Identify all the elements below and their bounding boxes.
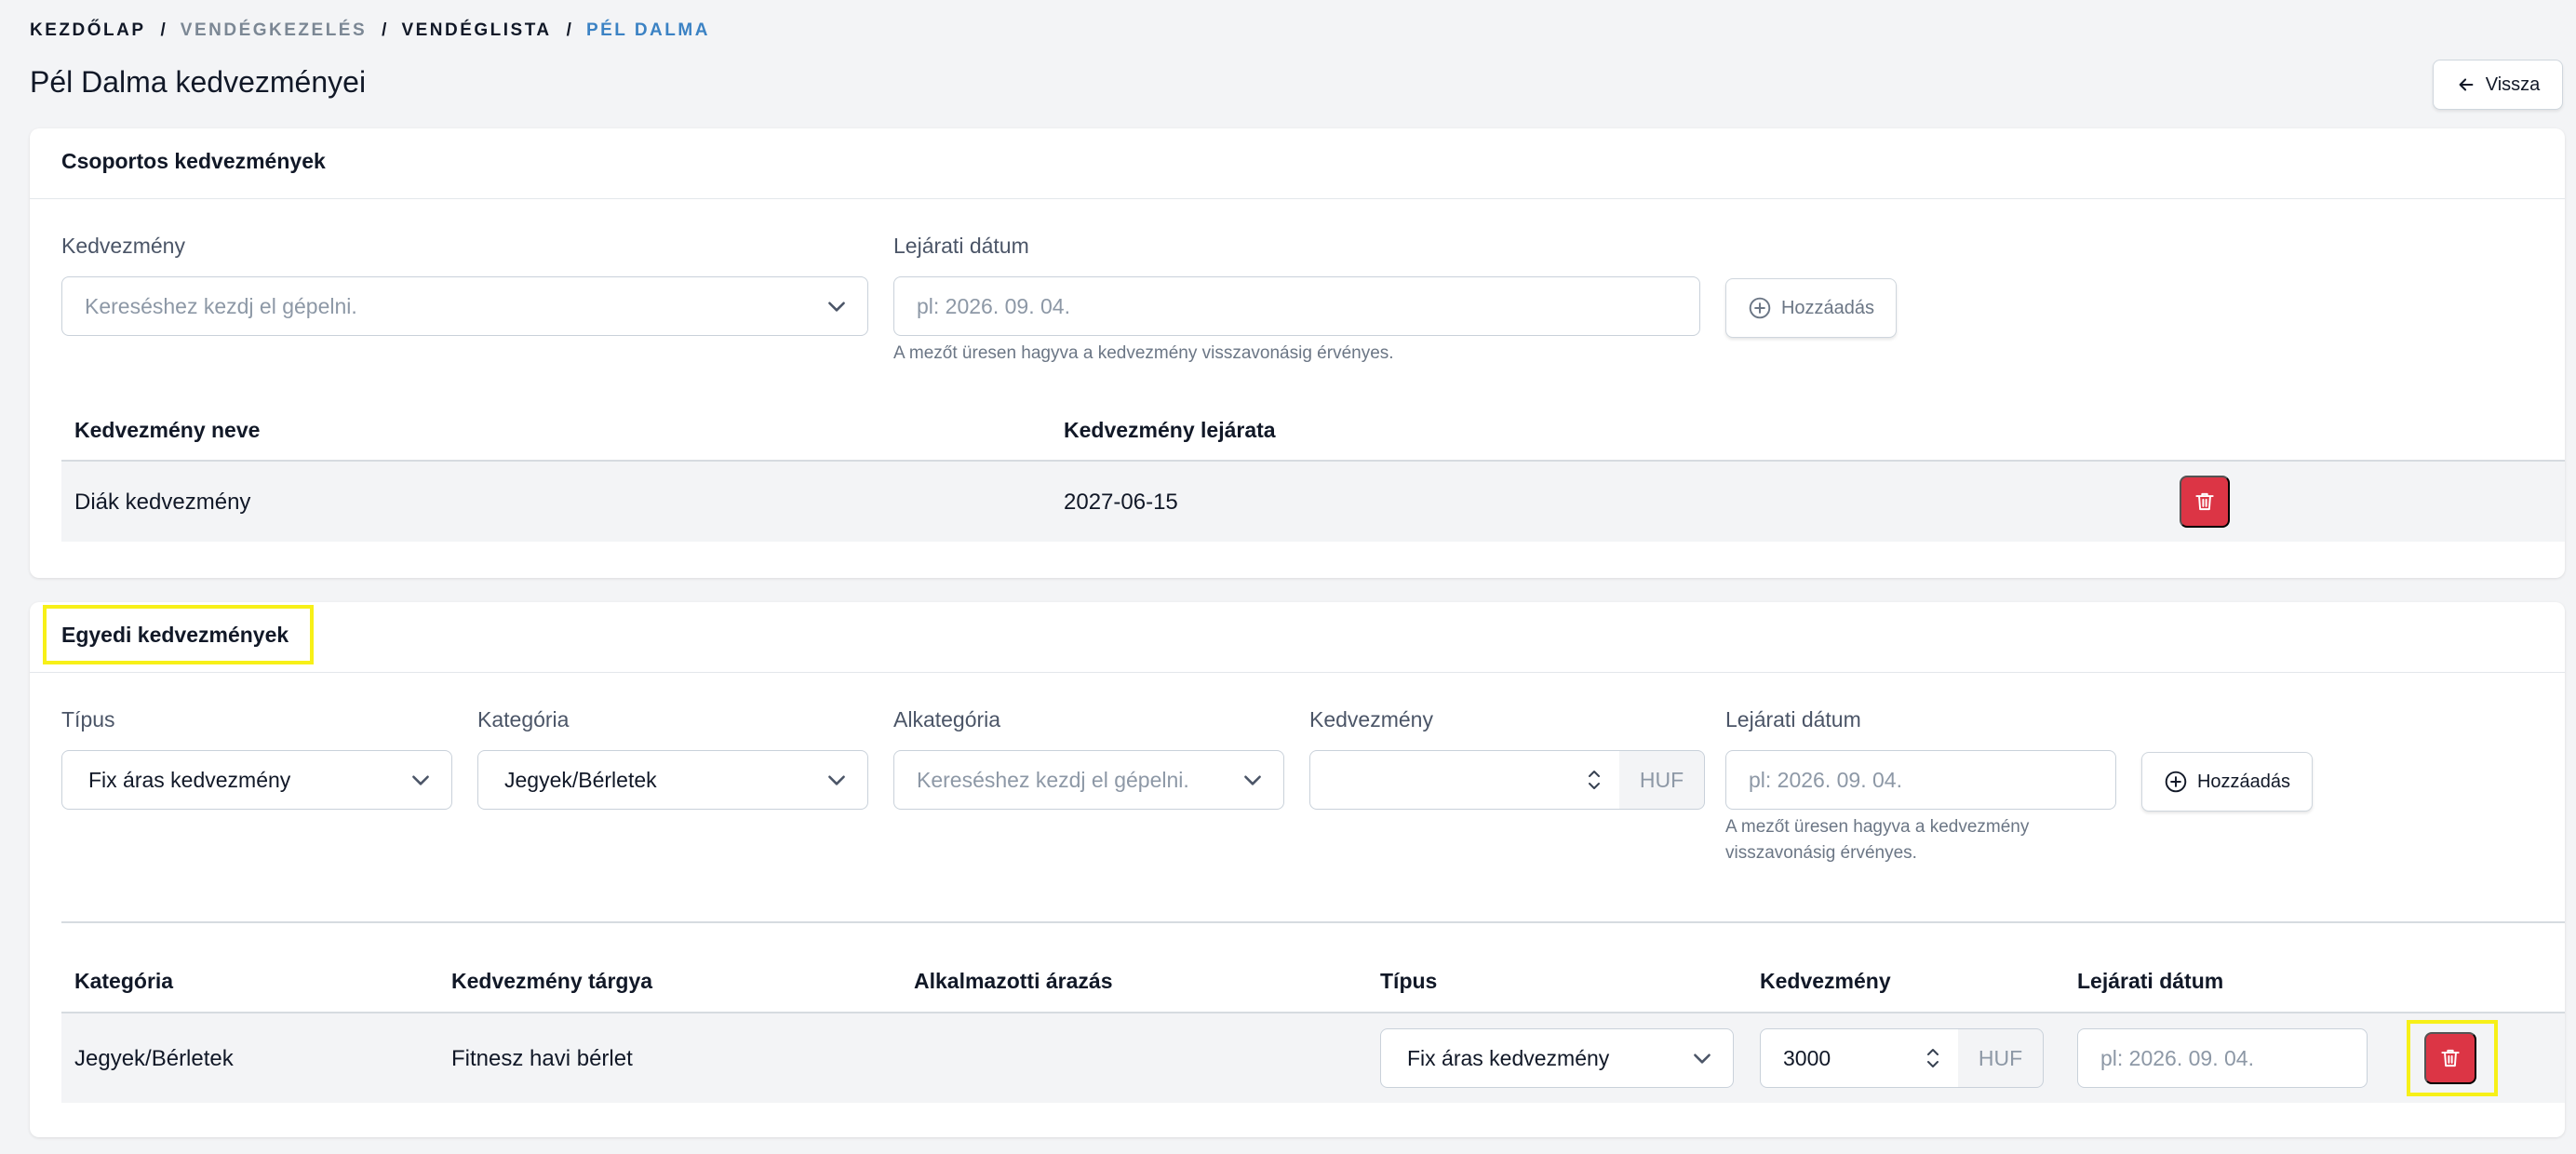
subcategory-label: Alkategória [893,707,1001,731]
group-add-button[interactable]: Hozzáadás [1725,278,1897,338]
group-discounts-title: Csoportos kedvezmények [61,149,326,173]
page-title: Pél Dalma kedvezményei [30,65,367,99]
chevron-down-icon [828,775,845,785]
group-add-label: Hozzáadás [1780,297,1875,318]
category-label: Kategória [477,707,570,731]
breadcrumb-item-guest-management[interactable]: Vendégkezelés [181,20,367,41]
category-select[interactable]: Jegyek/Bérletek [477,750,868,810]
chevron-down-icon [1244,775,1261,785]
col-category: Kategória [74,969,174,993]
col-discount: Kedvezmény [1760,969,1891,993]
plus-circle-icon [1749,297,1771,319]
row-subject: Fitnesz havi bérlet [451,1046,633,1071]
breadcrumb: Kezdőlap / Vendégkezelés / Vendéglista /… [30,20,710,41]
group-discount-placeholder: Kereséshez kezdj el gépelni. [85,293,357,318]
col-type: Típus [1380,969,1438,993]
expiry-input[interactable]: pl: 2026. 09. 04. [1725,750,2116,810]
expiry-hint: A mezőt üresen hagyva a kedvezmény vissz… [1725,814,2029,866]
group-expiry-hint: A mezőt üresen hagyva a kedvezmény vissz… [893,343,1394,363]
row-delete-button[interactable] [2424,1032,2476,1084]
currency-addon: HUF [1619,750,1705,810]
row-expiry-placeholder: pl: 2026. 09. 04. [2100,1045,2254,1070]
row-type-value: Fix áras kedvezmény [1407,1045,1610,1070]
individual-discounts-title: Egyedi kedvezmények [61,623,289,647]
group-row-name: Diák kedvezmény [74,490,251,515]
individual-add-label: Hozzáadás [2196,771,2291,792]
trash-icon [2195,492,2214,511]
breadcrumb-separator: / [382,20,387,40]
chevron-down-icon [828,302,845,312]
expiry-label: Lejárati dátum [1725,707,1861,731]
group-expiry-label: Lejárati dátum [893,234,1029,258]
stepper-icon[interactable] [1925,1044,1941,1072]
group-col-expiry: Kedvezmény lejárata [1064,418,1276,442]
breadcrumb-item-current: Pél Dalma [585,20,710,40]
chevron-down-icon [1694,1053,1711,1064]
individual-add-button[interactable]: Hozzáadás [2141,752,2313,812]
chevron-down-icon [412,775,429,785]
subcategory-placeholder: Kereséshez kezdj el gépelni. [917,767,1189,792]
group-discounts-header: Csoportos kedvezmények [30,128,2565,199]
type-select[interactable]: Fix áras kedvezmény [61,750,452,810]
trash-icon [2441,1049,2460,1067]
table-row: Jegyek/Bérletek Fitnesz havi bérlet Fix … [61,1013,2565,1103]
row-expiry-input[interactable]: pl: 2026. 09. 04. [2077,1028,2368,1088]
stepper-icon[interactable] [1586,766,1603,794]
row-discount-input[interactable]: 3000 [1760,1028,1959,1088]
row-category: Jegyek/Bérletek [74,1046,234,1071]
expiry-hint-line2: visszavonásig érvényes. [1725,843,1917,863]
group-row-expiry: 2027-06-15 [1064,490,1178,515]
group-col-name: Kedvezmény neve [74,418,261,442]
group-row-delete-button[interactable] [2180,476,2230,528]
arrow-left-icon [2459,78,2474,91]
breadcrumb-separator: / [566,20,571,40]
category-select-value: Jegyek/Bérletek [504,767,657,792]
discount-amount-input[interactable] [1309,750,1620,810]
group-discounts-card: Csoportos kedvezmények Kedvezmény Keresé… [30,128,2565,578]
row-type-select[interactable]: Fix áras kedvezmény [1380,1028,1734,1088]
expiry-placeholder: pl: 2026. 09. 04. [1749,767,1902,792]
group-expiry-input[interactable]: pl: 2026. 09. 04. [893,276,1700,336]
form-table-divider [61,921,2565,923]
breadcrumb-item-guest-list[interactable]: Vendéglista [401,20,551,41]
col-subject: Kedvezmény tárgya [451,969,653,993]
row-currency-addon: HUF [1958,1028,2044,1088]
individual-discounts-card: Egyedi kedvezmények Típus Kategória Alka… [30,602,2565,1137]
back-button-label: Vissza [2485,74,2541,95]
type-select-value: Fix áras kedvezmény [88,767,291,792]
subcategory-select[interactable]: Kereséshez kezdj el gépelni. [893,750,1284,810]
group-discount-label: Kedvezmény [61,234,185,258]
breadcrumb-separator: / [160,20,166,40]
group-discount-select[interactable]: Kereséshez kezdj el gépelni. [61,276,868,336]
col-employee-pricing: Alkalmazotti árazás [914,969,1113,993]
row-discount-value: 3000 [1783,1045,1831,1070]
individual-discounts-header [30,602,2565,673]
breadcrumb-item-home[interactable]: Kezdőlap [30,20,146,41]
back-button[interactable]: Vissza [2433,60,2563,110]
col-expiry: Lejárati dátum [2077,969,2224,993]
plus-circle-icon [2165,771,2187,793]
discount-label: Kedvezmény [1309,707,1433,731]
type-label: Típus [61,707,115,731]
group-expiry-placeholder: pl: 2026. 09. 04. [917,293,1070,318]
expiry-hint-line1: A mezőt üresen hagyva a kedvezmény [1725,817,2030,837]
table-row: Diák kedvezmény 2027-06-15 [61,462,2565,542]
